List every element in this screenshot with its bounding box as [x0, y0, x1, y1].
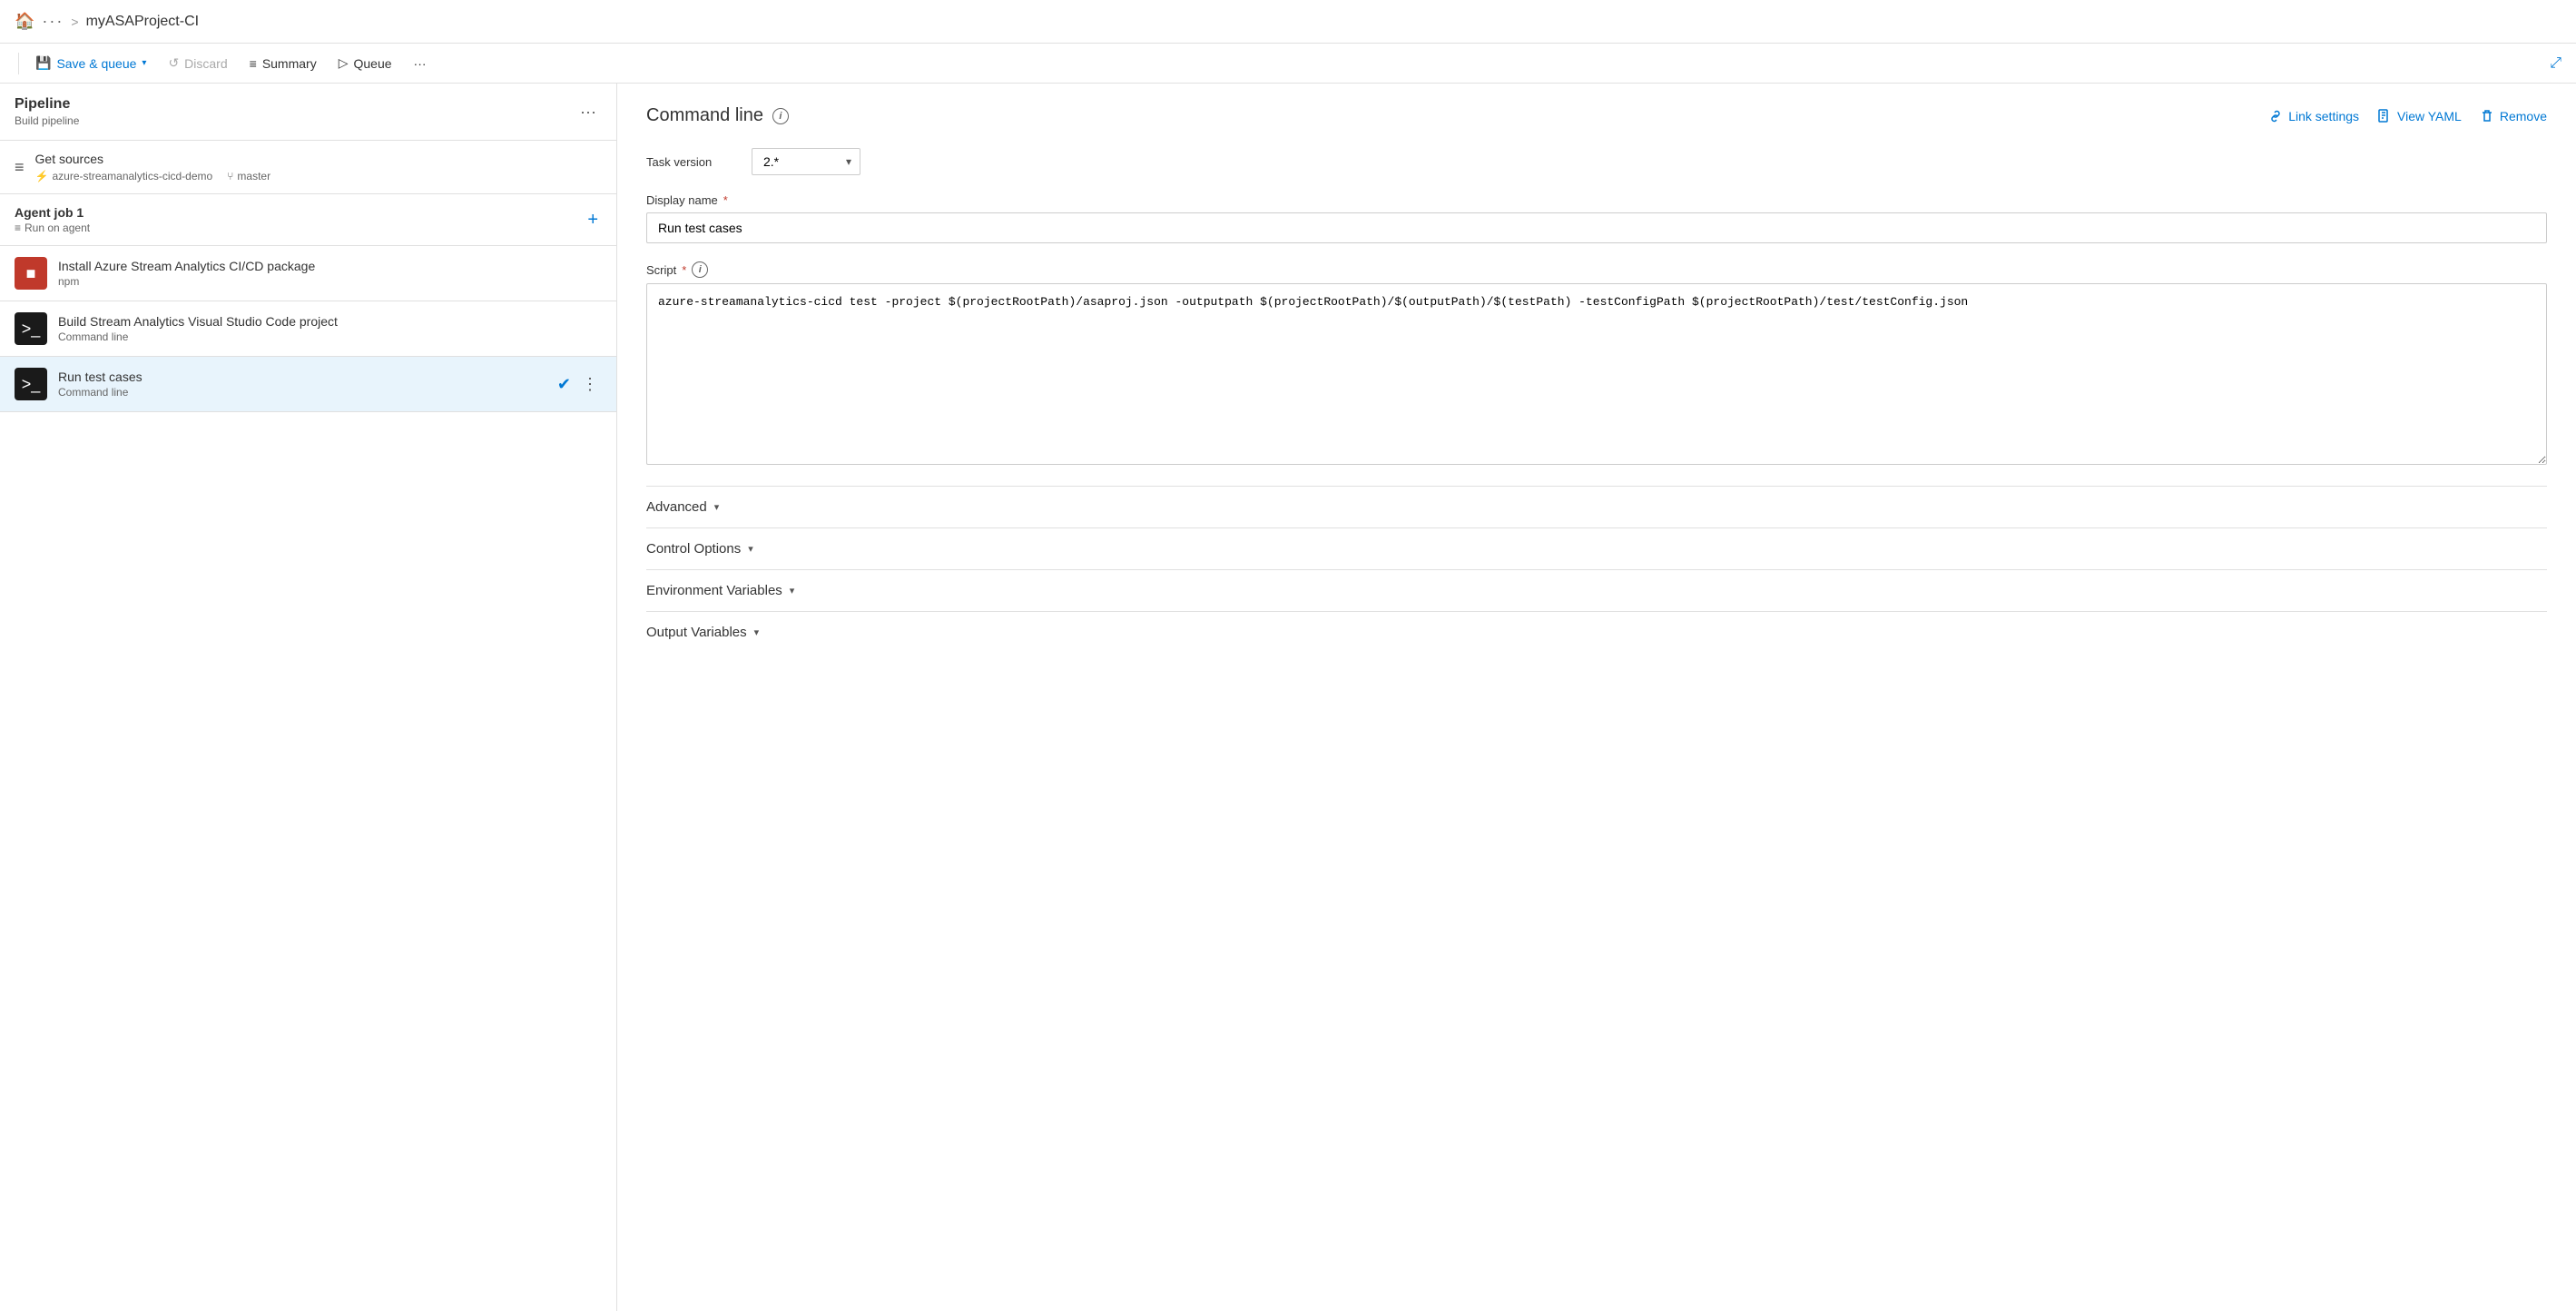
script-required-indicator: *	[682, 263, 686, 277]
info-icon[interactable]: i	[772, 108, 789, 124]
left-panel: Pipeline Build pipeline ··· ≡ Get source…	[0, 84, 617, 1311]
page-title: myASAProject-CI	[86, 14, 199, 30]
command-title: Command line	[646, 105, 763, 126]
cmd-build-icon: >_	[15, 312, 47, 345]
main-layout: Pipeline Build pipeline ··· ≡ Get source…	[0, 84, 2576, 1311]
breadcrumb-separator: >	[71, 15, 78, 29]
remove-button[interactable]: Remove	[2480, 109, 2547, 123]
agent-icon: ≡	[15, 222, 21, 234]
environment-variables-section[interactable]: Environment Variables ▾	[646, 569, 2547, 611]
output-variables-section[interactable]: Output Variables ▾	[646, 611, 2547, 653]
get-sources-icon: ≡	[15, 158, 25, 177]
display-name-input[interactable]	[646, 212, 2547, 243]
repo-info: ⚡ azure-streamanalytics-cicd-demo	[35, 170, 213, 182]
display-name-label: Display name *	[646, 193, 2547, 207]
agent-job-title: Agent job 1	[15, 205, 90, 220]
pipeline-menu-button[interactable]: ···	[575, 99, 602, 125]
yaml-icon	[2377, 109, 2392, 123]
task-version-select[interactable]: 2.*	[752, 148, 860, 175]
advanced-section[interactable]: Advanced ▾	[646, 486, 2547, 527]
branch-icon: ⑂	[227, 170, 233, 182]
task-version-select-wrapper: 2.* ▾	[752, 148, 860, 175]
environment-variables-toggle[interactable]: Environment Variables ▾	[646, 583, 794, 598]
save-icon: 💾	[35, 55, 51, 71]
get-sources-info: Get sources ⚡ azure-streamanalytics-cicd…	[35, 152, 602, 182]
chevron-down-icon: ▾	[142, 58, 146, 68]
task-install-info: Install Azure Stream Analytics CI/CD pac…	[58, 259, 602, 288]
pipeline-info: Pipeline Build pipeline	[15, 96, 79, 127]
task-item-run[interactable]: >_ Run test cases Command line ✔ ⋮	[0, 357, 616, 412]
repo-icon: ⚡	[35, 170, 49, 182]
chevron-down-icon: ▾	[790, 585, 795, 596]
task-build-subtitle: Command line	[58, 330, 602, 343]
pipeline-subtitle: Build pipeline	[15, 114, 79, 127]
agent-job-header: Agent job 1 ≡ Run on agent +	[0, 194, 616, 246]
task-install-title: Install Azure Stream Analytics CI/CD pac…	[58, 259, 602, 273]
script-info-icon[interactable]: i	[692, 261, 708, 278]
play-icon: ▷	[339, 55, 349, 71]
task-run-info: Run test cases Command line	[58, 370, 546, 399]
pipeline-header: Pipeline Build pipeline ···	[0, 84, 616, 141]
get-sources-meta: ⚡ azure-streamanalytics-cicd-demo ⑂ mast…	[35, 170, 602, 182]
task-run-subtitle: Command line	[58, 386, 546, 399]
chevron-down-icon: ▾	[754, 626, 760, 638]
task-install-subtitle: npm	[58, 275, 602, 288]
top-bar: 🏠 ··· > myASAProject-CI	[0, 0, 2576, 44]
discard-button[interactable]: ↺ Discard	[159, 52, 236, 74]
list-icon: ≡	[250, 56, 257, 71]
branch-info: ⑂ master	[227, 170, 270, 182]
get-sources-item[interactable]: ≡ Get sources ⚡ azure-streamanalytics-ci…	[0, 141, 616, 194]
agent-job-subtitle: ≡ Run on agent	[15, 222, 90, 234]
task-item-build[interactable]: >_ Build Stream Analytics Visual Studio …	[0, 301, 616, 357]
script-field: Script * i azure-streamanalytics-cicd te…	[646, 261, 2547, 468]
cmd-run-icon: >_	[15, 368, 47, 400]
required-indicator: *	[723, 193, 728, 207]
trash-icon	[2480, 109, 2494, 123]
script-label: Script * i	[646, 261, 2547, 278]
link-icon	[2268, 109, 2283, 123]
link-settings-button[interactable]: Link settings	[2268, 109, 2359, 123]
task-check-icon: ✔	[557, 375, 571, 394]
breadcrumb: 🏠 ··· > myASAProject-CI	[15, 12, 199, 31]
pipeline-title: Pipeline	[15, 96, 79, 113]
expand-button[interactable]: ⤢	[2550, 55, 2561, 72]
chevron-down-icon: ▾	[714, 501, 720, 513]
add-task-button[interactable]: +	[584, 206, 602, 234]
home-icon: 🏠	[15, 12, 34, 31]
control-options-section[interactable]: Control Options ▾	[646, 527, 2547, 569]
advanced-toggle[interactable]: Advanced ▾	[646, 499, 719, 515]
agent-job-info: Agent job 1 ≡ Run on agent	[15, 205, 90, 234]
right-panel: Command line i Link settings View Y	[617, 84, 2576, 1311]
toolbar: 💾 Save & queue ▾ ↺ Discard ≡ Summary ▷ Q…	[0, 44, 2576, 84]
task-item-install[interactable]: ■ Install Azure Stream Analytics CI/CD p…	[0, 246, 616, 301]
task-version-row: Task version 2.* ▾	[646, 148, 2547, 175]
undo-icon: ↺	[168, 55, 179, 71]
display-name-field: Display name *	[646, 193, 2547, 243]
command-actions: Link settings View YAML Remove	[2268, 109, 2547, 123]
view-yaml-button[interactable]: View YAML	[2377, 109, 2462, 123]
task-kebab-menu[interactable]: ⋮	[578, 373, 602, 396]
task-build-title: Build Stream Analytics Visual Studio Cod…	[58, 314, 602, 329]
output-variables-toggle[interactable]: Output Variables ▾	[646, 625, 759, 640]
queue-button[interactable]: ▷ Queue	[329, 52, 401, 74]
task-version-label: Task version	[646, 155, 737, 169]
get-sources-title: Get sources	[35, 152, 602, 166]
more-button[interactable]: ···	[405, 53, 436, 74]
breadcrumb-dots[interactable]: ···	[42, 12, 64, 31]
script-textarea[interactable]: azure-streamanalytics-cicd test -project…	[646, 283, 2547, 465]
task-run-title: Run test cases	[58, 370, 546, 384]
summary-button[interactable]: ≡ Summary	[241, 53, 326, 74]
chevron-down-icon: ▾	[748, 543, 753, 555]
command-header: Command line i Link settings View Y	[646, 105, 2547, 126]
npm-icon: ■	[15, 257, 47, 290]
toolbar-divider	[18, 53, 19, 74]
task-run-actions: ✔ ⋮	[557, 373, 602, 396]
task-build-info: Build Stream Analytics Visual Studio Cod…	[58, 314, 602, 343]
control-options-toggle[interactable]: Control Options ▾	[646, 541, 753, 557]
save-queue-button[interactable]: 💾 Save & queue ▾	[26, 52, 155, 74]
command-title-row: Command line i	[646, 105, 789, 126]
